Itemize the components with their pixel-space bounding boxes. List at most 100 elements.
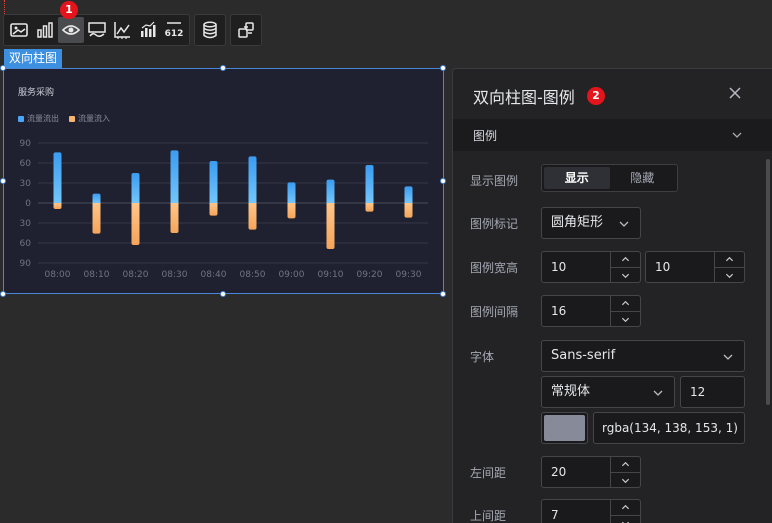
- image-icon: [10, 23, 28, 37]
- panel-scrollbar[interactable]: [766, 159, 770, 405]
- gap-stepper: [610, 296, 640, 326]
- bar-outflow[interactable]: [170, 150, 179, 203]
- show-option[interactable]: 显示: [544, 167, 610, 189]
- bar-inflow[interactable]: [131, 203, 140, 245]
- bar-outflow[interactable]: [326, 179, 335, 203]
- left-margin-decrement[interactable]: [611, 472, 640, 487]
- resize-handle-bl[interactable]: [0, 291, 6, 297]
- bar-outflow[interactable]: [248, 156, 257, 203]
- data-label-button[interactable]: [135, 17, 161, 43]
- gap-decrement[interactable]: [611, 311, 640, 326]
- width-stepper: [610, 252, 640, 282]
- left-margin-input[interactable]: 20: [541, 456, 641, 488]
- resize-handle-l[interactable]: [0, 178, 6, 184]
- legend-height-input[interactable]: 10: [645, 251, 745, 283]
- legend-gap-input[interactable]: 16: [541, 295, 641, 327]
- size-label: 图例宽高: [470, 261, 519, 275]
- height-decrement[interactable]: [715, 267, 744, 282]
- bar-inflow[interactable]: [170, 203, 179, 233]
- bar-outflow[interactable]: [404, 186, 413, 203]
- number-button[interactable]: 612: [161, 17, 187, 43]
- marker-label: 图例标记: [470, 217, 519, 231]
- resize-handle-tr[interactable]: [440, 65, 446, 71]
- link-button[interactable]: [233, 17, 259, 43]
- editor-page: 612 1 双向柱图 服务采购 流量流出 流量流入 90 60 30 0 30 …: [0, 0, 772, 523]
- axis-icon: [114, 22, 131, 39]
- resize-handle-r[interactable]: [440, 178, 446, 184]
- y-tick-label: 0: [25, 199, 31, 209]
- y-tick-label: 60: [20, 239, 32, 249]
- width-increment[interactable]: [611, 252, 640, 267]
- resize-handle-t[interactable]: [220, 65, 226, 71]
- data-label-icon: [141, 21, 156, 37]
- gap-increment[interactable]: [611, 296, 640, 311]
- resize-handle-br[interactable]: [440, 291, 446, 297]
- chevron-down-icon: [619, 221, 629, 227]
- bar-inflow[interactable]: [365, 203, 374, 212]
- bar-outflow[interactable]: [53, 152, 62, 203]
- chevron-up-icon: [621, 461, 630, 467]
- line-chart-button[interactable]: [84, 17, 110, 43]
- font-color-value: rgba(134, 138, 153, 1): [602, 421, 738, 435]
- width-value: 10: [551, 260, 567, 274]
- bar-inflow[interactable]: [209, 203, 218, 216]
- section-header-legend[interactable]: 图例: [453, 119, 772, 151]
- chevron-down-icon: [621, 273, 630, 278]
- bar-inflow[interactable]: [248, 203, 257, 230]
- resize-handle-b[interactable]: [220, 291, 226, 297]
- x-tick-label: 08:30: [162, 270, 188, 280]
- top-margin-input[interactable]: 7: [541, 499, 641, 523]
- bar-inflow[interactable]: [53, 203, 62, 209]
- font-size-input[interactable]: 12: [680, 376, 745, 408]
- visibility-button[interactable]: [57, 17, 84, 43]
- bar-inflow[interactable]: [404, 203, 413, 218]
- hide-option[interactable]: 隐藏: [610, 167, 676, 189]
- show-legend-toggle: 显示 隐藏: [541, 164, 678, 192]
- bar-inflow[interactable]: [287, 203, 296, 219]
- x-tick-label: 09:30: [396, 270, 422, 280]
- x-tick-label: 08:20: [123, 270, 149, 280]
- legend-width-input[interactable]: 10: [541, 251, 641, 283]
- top-margin-decrement[interactable]: [611, 515, 640, 523]
- image-button[interactable]: [6, 17, 32, 43]
- font-weight-select[interactable]: 常规体: [541, 376, 675, 408]
- font-color-fill: [544, 415, 585, 441]
- visibility-icon: [61, 25, 80, 35]
- bar-outflow[interactable]: [209, 161, 218, 203]
- gap-label: 图例间隔: [470, 305, 519, 319]
- bar-inflow[interactable]: [326, 203, 335, 249]
- bar-outflow[interactable]: [365, 165, 374, 203]
- bidirectional-bar-chart[interactable]: 服务采购 流量流出 流量流入 90 60 30 0 30 60 90 08:00…: [3, 68, 444, 294]
- bar-outflow[interactable]: [92, 193, 101, 203]
- width-decrement[interactable]: [611, 267, 640, 282]
- axis-button[interactable]: [109, 17, 135, 43]
- font-color-input[interactable]: rgba(134, 138, 153, 1): [593, 412, 745, 444]
- resize-handle-tl[interactable]: [0, 65, 6, 71]
- chevron-down-icon: [732, 132, 742, 138]
- font-color-swatch[interactable]: [541, 412, 588, 444]
- bar-outflow[interactable]: [287, 182, 296, 203]
- height-increment[interactable]: [715, 252, 744, 267]
- database-icon: [203, 21, 217, 39]
- left-margin-increment[interactable]: [611, 457, 640, 472]
- close-icon[interactable]: [727, 85, 743, 101]
- bar-chart-button[interactable]: [32, 17, 58, 43]
- data-toolbar: [194, 14, 226, 46]
- guide-line: [4, 0, 5, 14]
- font-family-select[interactable]: Sans-serif: [541, 340, 745, 372]
- x-tick-label: 08:10: [84, 270, 110, 280]
- component-tag[interactable]: 双向柱图: [4, 49, 63, 68]
- chart-toolbar: 612: [3, 14, 190, 46]
- number-icon-text: 612: [165, 29, 184, 39]
- bar-inflow[interactable]: [92, 203, 101, 234]
- marker-value: 圆角矩形: [551, 215, 604, 230]
- top-margin-increment[interactable]: [611, 500, 640, 515]
- line-chart-icon: [87, 22, 106, 38]
- interaction-toolbar: [230, 14, 262, 46]
- database-button[interactable]: [197, 17, 223, 43]
- x-tick-label: 09:20: [357, 270, 383, 280]
- height-stepper: [714, 252, 744, 282]
- bar-outflow[interactable]: [131, 173, 140, 203]
- x-tick-label: 08:00: [45, 270, 71, 280]
- marker-select[interactable]: 圆角矩形: [541, 207, 641, 239]
